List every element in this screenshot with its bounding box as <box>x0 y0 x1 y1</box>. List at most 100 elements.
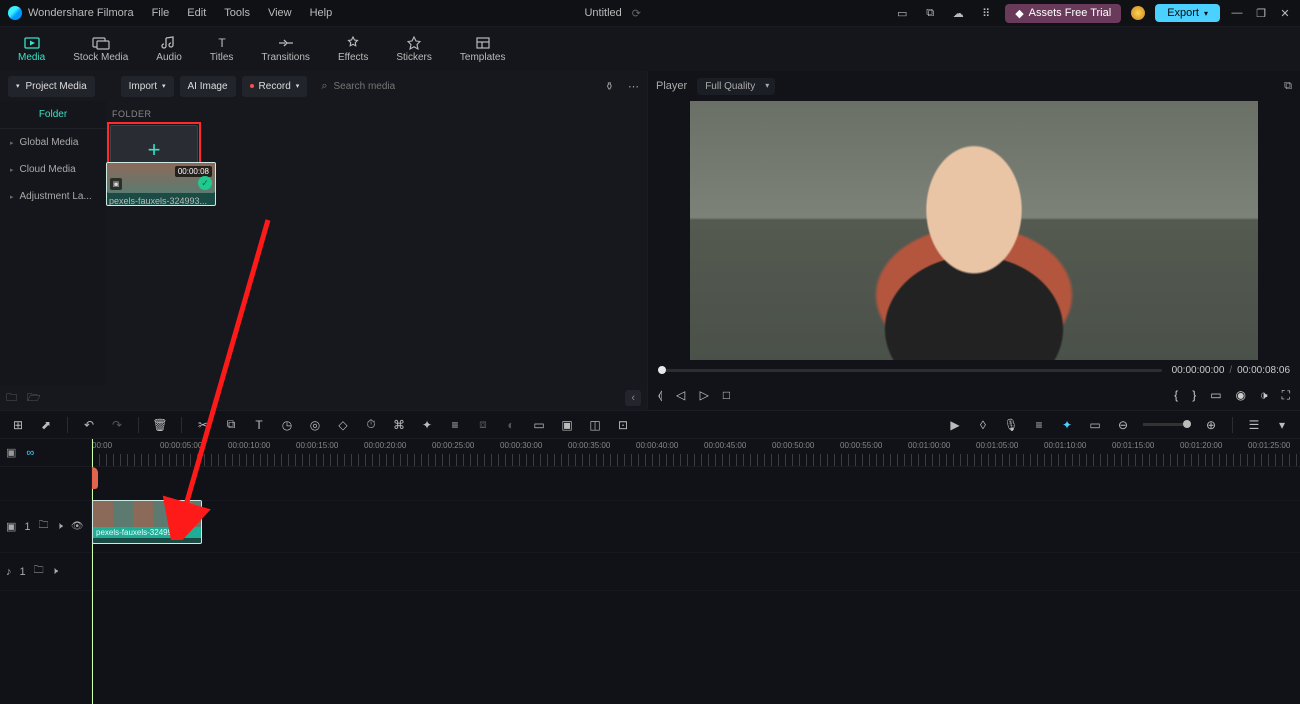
play-button[interactable]: ▷ <box>700 388 709 402</box>
render-icon[interactable]: ▶ <box>947 418 963 432</box>
ai-icon[interactable]: ✦ <box>1059 418 1075 432</box>
marker-icon[interactable]: ✦ <box>419 418 435 432</box>
prev-frame-button[interactable]: ⦉ <box>658 388 662 403</box>
tab-effects[interactable]: Effects <box>338 36 368 63</box>
lock-icon[interactable]: 🗀 <box>39 518 49 535</box>
ruler-mark: 00:00:05:00 <box>160 441 202 450</box>
search-input[interactable] <box>333 81 473 92</box>
mute-icon[interactable]: 🕨 <box>57 521 63 532</box>
compare-icon[interactable]: ▭ <box>1210 388 1221 402</box>
import-dropdown[interactable]: Import▾ <box>121 76 174 97</box>
snapshot-button[interactable]: ◉ <box>1236 388 1246 402</box>
playhead-handle[interactable] <box>92 467 98 489</box>
keyframe-button[interactable]: ◇ <box>335 418 351 432</box>
timeline-collapse-icon[interactable]: ▣ <box>6 446 16 459</box>
menu-view[interactable]: View <box>268 7 292 19</box>
mixer-icon[interactable]: ≡ <box>1031 418 1047 432</box>
track-icon-1[interactable]: ▭ <box>531 418 547 432</box>
tab-media[interactable]: Media <box>18 36 45 63</box>
group-icon[interactable]: ⧈ <box>475 417 491 432</box>
timeline-tracks[interactable]: 00:0000:00:05:0000:00:10:0000:00:15:0000… <box>92 439 1300 704</box>
speed-button[interactable]: ◷ <box>279 418 295 432</box>
adjust-icon[interactable]: ≡ <box>447 418 463 432</box>
track-icon-2[interactable]: ▣ <box>559 418 575 432</box>
marker2-icon[interactable]: ◊ <box>975 418 991 432</box>
tab-titles[interactable]: TTitles <box>210 36 234 63</box>
video-track-header[interactable]: ▣ 1 🗀 🕨 👁 <box>0 501 91 553</box>
track-icon-4[interactable]: ⊡ <box>615 418 631 432</box>
track-icon-3[interactable]: ◫ <box>587 418 603 432</box>
zoom-out-button[interactable]: ⊖ <box>1115 418 1131 432</box>
screenshot-icon[interactable]: ⧉ <box>921 4 939 22</box>
redo-button[interactable]: ↷ <box>109 418 125 432</box>
audio-lock-icon[interactable]: 🗀 <box>34 563 44 580</box>
cloud-icon[interactable]: ☁ <box>949 4 967 22</box>
link-icon[interactable]: ∞ <box>26 447 34 459</box>
split-button[interactable]: ✂ <box>195 418 211 432</box>
new-folder-icon[interactable]: 🗀 <box>6 389 17 408</box>
more-icon[interactable]: ⋯ <box>628 80 639 93</box>
device-icon[interactable]: ▭ <box>893 4 911 22</box>
play-backward-button[interactable]: ▷ <box>676 388 685 402</box>
media-clip-tile[interactable]: 00:00:08 ▣ ✓ pexels-fauxels-324993... <box>106 162 216 206</box>
volume-icon[interactable]: 🕩 <box>1260 388 1268 403</box>
timeline-options-icon[interactable]: ⊞ <box>10 418 26 432</box>
apps-icon[interactable]: ⠿ <box>977 4 995 22</box>
voiceover-icon[interactable]: 🎙 <box>1003 418 1019 432</box>
duration-button[interactable]: ⏱ <box>363 417 379 432</box>
pointer-tool-icon[interactable]: ⬈ <box>38 418 54 432</box>
time-ruler[interactable]: 00:0000:00:05:0000:00:10:0000:00:15:0000… <box>92 439 1300 467</box>
project-media-dropdown[interactable]: ▾Project Media <box>8 76 95 97</box>
mask-icon[interactable]: ◐ <box>503 418 519 432</box>
maximize-button[interactable]: ❐ <box>1254 7 1268 20</box>
track-size-icon[interactable]: ☰ <box>1246 418 1262 432</box>
new-bin-icon[interactable]: 🗁 <box>27 389 41 408</box>
audio-mute-icon[interactable]: 🕨 <box>52 566 58 577</box>
snapshot-icon[interactable]: ⧉ <box>1284 80 1292 93</box>
text-tool-icon[interactable]: T <box>251 418 267 432</box>
audio-track-header[interactable]: ♪ 1 🗀 🕨 <box>0 553 91 591</box>
scrub-bar[interactable] <box>658 369 1162 372</box>
zoom-slider[interactable] <box>1143 423 1191 426</box>
crop-button[interactable]: ⧉ <box>223 417 239 432</box>
tab-audio[interactable]: Audio <box>156 36 182 63</box>
quality-dropdown[interactable]: Full Quality <box>697 78 775 95</box>
video-preview[interactable] <box>690 101 1258 360</box>
playhead[interactable] <box>92 439 93 704</box>
filter-icon[interactable]: ⚱ <box>605 80 614 93</box>
color-button[interactable]: ◎ <box>307 418 323 432</box>
menu-help[interactable]: Help <box>310 7 333 19</box>
tab-stock-media[interactable]: Stock Media <box>73 36 128 63</box>
visibility-icon[interactable]: 👁 <box>71 521 84 532</box>
mark-in-button[interactable]: { <box>1174 388 1178 402</box>
stop-button[interactable]: □ <box>723 388 730 402</box>
delete-button[interactable]: 🗑 <box>152 418 168 432</box>
tab-stickers[interactable]: Stickers <box>396 36 432 63</box>
menu-file[interactable]: File <box>152 7 170 19</box>
fullscreen-icon[interactable]: ⛶ <box>1282 388 1290 403</box>
coin-icon[interactable] <box>1131 6 1145 20</box>
timeline-clip[interactable]: pexels-fauxels-324993 <box>92 500 202 544</box>
sidebar-item-global[interactable]: ▸Global Media <box>0 129 106 156</box>
menu-edit[interactable]: Edit <box>187 7 206 19</box>
collapse-icon[interactable]: ‹ <box>625 390 641 406</box>
sidebar-item-adjustment[interactable]: ▸Adjustment La... <box>0 183 106 210</box>
scrub-knob[interactable] <box>658 366 666 374</box>
detach-audio-icon[interactable]: ⌘ <box>391 418 407 432</box>
minimize-button[interactable]: — <box>1230 7 1244 19</box>
cloud-sync-icon[interactable]: ⟳ <box>632 7 641 20</box>
close-button[interactable]: ✕ <box>1278 7 1292 20</box>
timeline-more-icon[interactable]: ▾ <box>1274 418 1290 432</box>
tab-templates[interactable]: Templates <box>460 36 506 63</box>
undo-button[interactable]: ↶ <box>81 418 97 432</box>
mark-out-button[interactable]: } <box>1192 388 1196 402</box>
ai-image-button[interactable]: AI Image <box>180 76 236 97</box>
trial-button[interactable]: ◆ Assets Free Trial <box>1005 4 1121 23</box>
export-button[interactable]: Export ▾ <box>1155 4 1220 22</box>
record-dropdown[interactable]: Record▾ <box>242 76 308 97</box>
sidebar-item-cloud[interactable]: ▸Cloud Media <box>0 156 106 183</box>
menu-tools[interactable]: Tools <box>224 7 250 19</box>
zoom-in-button[interactable]: ⊕ <box>1203 418 1219 432</box>
tab-transitions[interactable]: Transitions <box>261 36 310 63</box>
snap-icon[interactable]: ▭ <box>1087 418 1103 432</box>
